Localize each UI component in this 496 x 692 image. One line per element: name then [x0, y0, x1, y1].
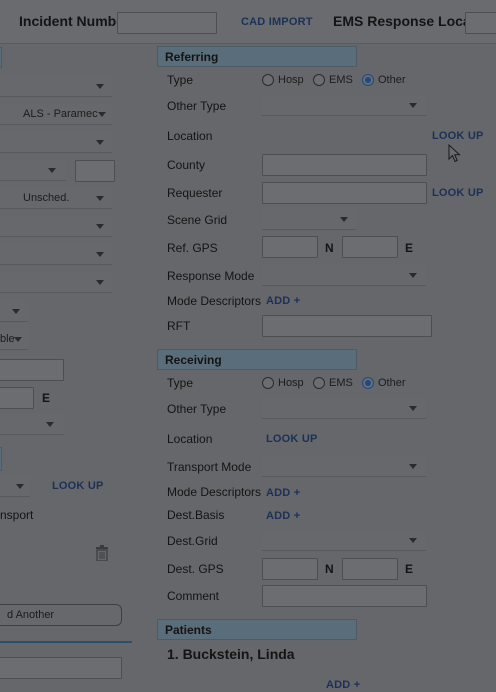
rec-mode-descriptors-label: Mode Descriptors: [167, 485, 262, 499]
partial-value: ble: [0, 333, 15, 345]
left-input-11[interactable]: [0, 359, 64, 381]
rec-gps-e-input[interactable]: [342, 558, 398, 580]
rec-type-other-radio[interactable]: [362, 377, 374, 389]
left-select-6[interactable]: [0, 216, 112, 237]
level-value: ALS - Paramec: [23, 108, 98, 120]
trash-icon[interactable]: [95, 545, 109, 561]
ref-rft-label: RFT: [167, 319, 191, 333]
left-transport-text: nsport: [0, 508, 34, 522]
left-priority-select[interactable]: Unsched.: [0, 188, 112, 209]
rec-dest-grid-select[interactable]: [262, 530, 426, 551]
ref-county-label: County: [167, 158, 206, 172]
rec-type-ems-radio[interactable]: [313, 377, 325, 389]
ref-requester-input[interactable]: [262, 182, 427, 204]
rec-gps-e-label: E: [405, 562, 414, 576]
rec-type-hosp-label: Hosp: [278, 377, 304, 389]
left-input-12[interactable]: [0, 387, 34, 409]
rec-transport-mode-select[interactable]: [262, 456, 426, 477]
rec-type-ems-label: EMS: [329, 377, 353, 389]
ref-type-hosp-radio[interactable]: [262, 74, 274, 86]
left-select-4[interactable]: [0, 160, 66, 181]
ref-mode-descriptors-add[interactable]: ADD +: [266, 295, 300, 307]
rec-location-lookup[interactable]: LOOK UP: [266, 433, 318, 445]
receiving-header: Receiving: [157, 349, 357, 370]
ref-scene-grid-select[interactable]: [262, 209, 356, 230]
rec-type-label: Type: [167, 376, 194, 390]
rec-dest-basis-add[interactable]: ADD +: [266, 510, 300, 522]
left-bottom-input[interactable]: [0, 657, 122, 679]
ref-gps-n-input[interactable]: [262, 236, 318, 258]
left-select-10[interactable]: ble: [0, 329, 28, 350]
ref-location-lookup[interactable]: LOOK UP: [432, 130, 484, 142]
rec-gps-n-input[interactable]: [262, 558, 318, 580]
rec-type-hosp-radio[interactable]: [262, 377, 274, 389]
ref-requester-lookup[interactable]: LOOK UP: [432, 187, 484, 199]
mouse-cursor-icon: [448, 144, 461, 163]
left-select-8[interactable]: [0, 272, 112, 293]
ref-type-label: Type: [167, 73, 194, 87]
ref-gps-e-label: E: [405, 241, 414, 255]
left-select-7[interactable]: [0, 244, 112, 265]
ref-mode-descriptors-label: Mode Descriptors: [167, 294, 262, 308]
add-another-button[interactable]: d Another: [0, 604, 122, 626]
ref-gps-label: Ref. GPS: [167, 241, 218, 255]
left-e-label: E: [42, 391, 51, 405]
referring-heading: Referring: [165, 50, 219, 64]
ref-gps-e-input[interactable]: [342, 236, 398, 258]
rec-transport-mode-label: Transport Mode: [167, 460, 252, 474]
ref-type-hosp-label: Hosp: [278, 74, 304, 86]
left-select-1[interactable]: [0, 76, 112, 97]
left-divider: [0, 447, 2, 471]
receiving-heading: Receiving: [165, 353, 222, 367]
ref-type-other-radio[interactable]: [362, 74, 374, 86]
ref-response-mode-select[interactable]: [262, 265, 426, 286]
add-another-label: d Another: [7, 609, 55, 621]
left-select-9[interactable]: [0, 301, 28, 322]
ref-response-mode-label: Response Mode: [167, 269, 255, 283]
rec-dest-basis-label: Dest.Basis: [167, 508, 225, 522]
rec-dest-grid-label: Dest.Grid: [167, 534, 218, 548]
left-select-14[interactable]: [0, 476, 30, 497]
ref-type-ems-radio[interactable]: [313, 74, 325, 86]
ref-type-other-label: Other: [378, 74, 406, 86]
left-look-up-link[interactable]: LOOK UP: [52, 480, 104, 492]
ref-type-ems-label: EMS: [329, 74, 353, 86]
ref-county-input[interactable]: [262, 154, 427, 176]
rec-other-type-select[interactable]: [262, 398, 426, 419]
left-select-13[interactable]: [0, 414, 64, 435]
referring-header: Referring: [157, 46, 357, 67]
ref-scene-grid-label: Scene Grid: [167, 213, 228, 227]
ref-gps-n-label: N: [325, 241, 334, 255]
incident-number-label: Incident Number: [19, 13, 130, 29]
patients-header: Patients: [157, 619, 357, 640]
ref-location-label: Location: [167, 129, 213, 143]
cad-import-link[interactable]: CAD IMPORT: [241, 16, 313, 28]
patient-item[interactable]: 1. Buckstein, Linda: [167, 646, 295, 662]
rec-type-other-label: Other: [378, 377, 406, 389]
left-section-header: [0, 47, 2, 68]
patients-heading: Patients: [165, 623, 212, 637]
rec-gps-n-label: N: [325, 562, 334, 576]
rec-comment-label: Comment: [167, 589, 220, 603]
rec-other-type-label: Other Type: [167, 402, 227, 416]
left-level-select[interactable]: ALS - Paramec: [0, 104, 112, 125]
patients-add-link[interactable]: ADD +: [326, 679, 360, 691]
rec-dest-gps-label: Dest. GPS: [167, 562, 224, 576]
incident-number-input[interactable]: [117, 12, 217, 34]
rec-comment-input[interactable]: [262, 585, 427, 607]
ems-response-input[interactable]: [465, 12, 496, 34]
ems-response-label: EMS Response Local #: [333, 13, 487, 29]
ref-other-type-label: Other Type: [167, 99, 227, 113]
left-blue-rule: [0, 641, 132, 643]
left-small-input[interactable]: [75, 160, 115, 182]
ref-requester-label: Requester: [167, 186, 223, 200]
left-select-3[interactable]: [0, 132, 112, 153]
ref-other-type-select[interactable]: [262, 95, 426, 116]
ref-rft-input[interactable]: [262, 315, 432, 337]
rec-location-label: Location: [167, 432, 213, 446]
rec-mode-descriptors-add[interactable]: ADD +: [266, 487, 300, 499]
priority-value: Unsched.: [23, 192, 70, 204]
